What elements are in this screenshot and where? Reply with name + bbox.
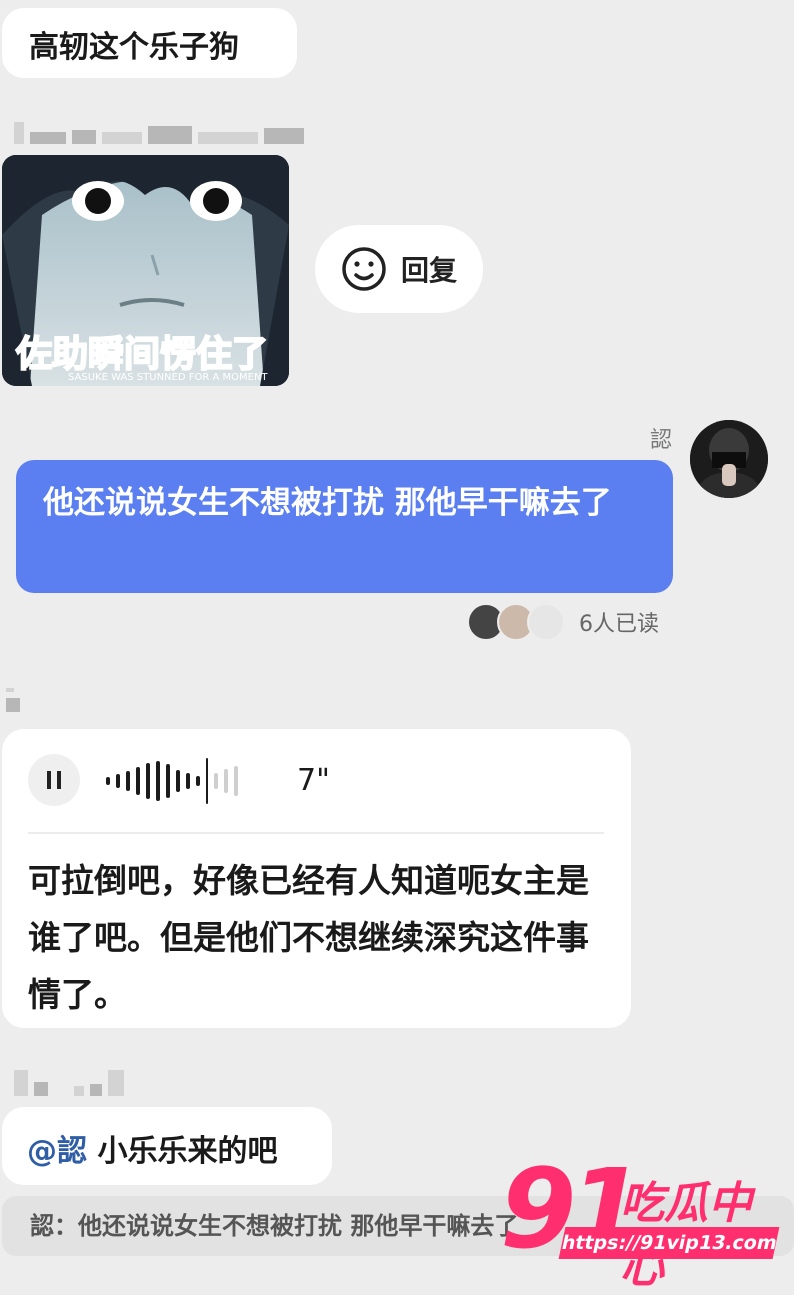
audio-waveform[interactable] bbox=[106, 757, 238, 805]
sender-name-redacted bbox=[6, 688, 26, 728]
read-receipt[interactable]: 6人已读 bbox=[467, 603, 659, 641]
pause-icon bbox=[47, 771, 61, 789]
read-count: 6人已读 bbox=[579, 612, 659, 637]
reply-button[interactable]: 回复 bbox=[315, 225, 483, 313]
avatar-image bbox=[690, 420, 768, 498]
watermark-url: https://91vip13.com bbox=[558, 1227, 780, 1259]
smiley-face-icon bbox=[342, 247, 386, 291]
divider bbox=[28, 832, 604, 834]
voice-transcript: 可拉倒吧，好像已经有人知道呃女主是谁了吧。但是他们不想继续深究这件事情了。 bbox=[28, 861, 589, 1014]
message-text: 高轫这个乐子狗 bbox=[29, 30, 239, 65]
mention-reply-bubble[interactable]: @認 小乐乐来的吧 bbox=[2, 1107, 332, 1185]
mention-link[interactable]: @認 bbox=[27, 1134, 87, 1169]
sender-name: 認 bbox=[650, 428, 673, 453]
watermark-logo: 91 吃瓜中心 https://91vip13.com bbox=[500, 1145, 785, 1293]
avatar[interactable] bbox=[690, 420, 768, 498]
voice-duration: 7" bbox=[297, 763, 330, 798]
sticker-image[interactable]: 佐助瞬间愣住了 SASUKE WAS STUNNED FOR A MOMENT bbox=[2, 155, 289, 386]
outgoing-message-text: 他还说说女生不想被打扰 那他早干嘛去了 bbox=[43, 485, 612, 521]
mention-reply-text: 小乐乐来的吧 bbox=[87, 1134, 278, 1169]
sticker-caption-english: SASUKE WAS STUNNED FOR A MOMENT bbox=[68, 372, 268, 383]
sender-name-redacted bbox=[14, 122, 310, 146]
playhead bbox=[206, 758, 208, 804]
message-bubble-top[interactable]: 高轫这个乐子狗 bbox=[2, 8, 297, 78]
reader-avatar bbox=[527, 603, 565, 641]
reply-button-label: 回复 bbox=[400, 254, 457, 287]
pause-button[interactable] bbox=[28, 754, 80, 806]
sender-name-redacted bbox=[14, 1070, 130, 1100]
outgoing-message-bubble[interactable]: 他还说说女生不想被打扰 那他早干嘛去了 bbox=[16, 460, 673, 593]
sticker-caption: 佐助瞬间愣住了 bbox=[15, 333, 269, 376]
